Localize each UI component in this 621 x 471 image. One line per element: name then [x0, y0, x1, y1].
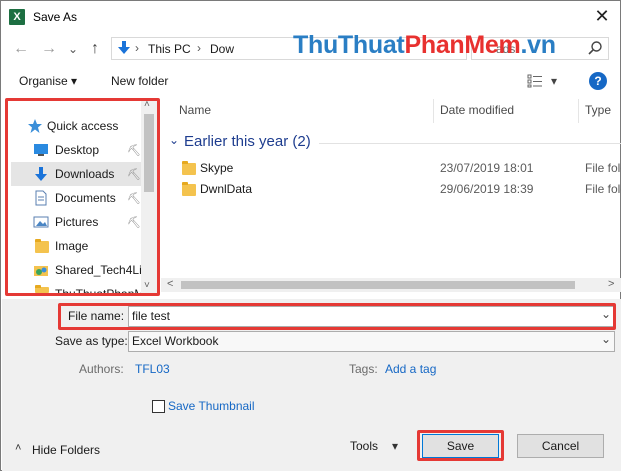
save-thumbnail-label[interactable]: Save Thumbnail [168, 399, 255, 413]
tags-input[interactable]: Add a tag [385, 362, 436, 376]
watermark-logo: ThuThuatPhanMem.vn [293, 31, 556, 59]
file-date: 23/07/2019 18:01 [440, 161, 534, 175]
file-row-skype[interactable] [171, 158, 621, 180]
file-date: 29/06/2019 18:39 [440, 182, 534, 196]
help-icon[interactable]: ? [589, 72, 607, 90]
up-arrow-icon[interactable]: ↑ [85, 39, 105, 59]
column-header-type[interactable]: Type [585, 103, 611, 117]
save-thumbnail-checkbox[interactable] [152, 400, 165, 413]
file-type: File folder [585, 161, 621, 175]
scroll-right-icon[interactable]: ˃ [608, 278, 614, 290]
file-type: File folder [585, 182, 621, 196]
view-dropdown-chevron-icon[interactable]: ▾ [551, 74, 557, 88]
folder-icon [182, 161, 196, 175]
breadcrumb-separator: › [197, 41, 201, 55]
tags-label: Tags: [349, 362, 378, 376]
save-as-type-value: Excel Workbook [132, 334, 219, 348]
search-icon[interactable] [587, 40, 603, 56]
column-divider [578, 99, 579, 123]
highlight-file-name [58, 303, 616, 330]
breadcrumb-separator: › [135, 41, 139, 55]
authors-label: Authors: [79, 362, 124, 376]
highlight-nav-pane [5, 98, 160, 296]
downloads-location-icon [118, 41, 130, 54]
breadcrumb-this-pc[interactable]: This PC [148, 42, 191, 56]
cancel-button[interactable]: Cancel [517, 434, 604, 458]
close-button[interactable]: ✕ [587, 3, 617, 29]
view-options-icon[interactable] [527, 74, 543, 88]
excel-app-icon: X [9, 9, 25, 25]
highlight-save-button [417, 430, 504, 461]
group-divider [319, 143, 621, 144]
file-name: Skype [200, 161, 234, 175]
save-as-dialog: X Save As ✕ ← → ⌄ ↑ › This PC › Dow ads … [0, 0, 621, 471]
title-bar [1, 1, 620, 31]
column-divider [433, 99, 434, 123]
hide-folders-chevron-icon[interactable]: ˄ [15, 442, 21, 454]
back-arrow-icon[interactable]: ← [11, 39, 31, 59]
breadcrumb-downloads[interactable]: Dow [210, 42, 234, 56]
group-header-earlier-this-year[interactable]: Earlier this year (2) [184, 133, 311, 150]
new-folder-button[interactable]: New folder [111, 74, 168, 88]
tools-menu-button[interactable]: Tools [350, 439, 378, 453]
group-collapse-chevron-icon[interactable]: ⌄ [169, 133, 179, 147]
hide-folders-button[interactable]: Hide Folders [32, 443, 100, 457]
organise-menu-button[interactable]: Organise ▾ [19, 74, 77, 88]
file-name: DwnlData [200, 182, 253, 196]
folder-icon [182, 182, 196, 196]
recent-locations-chevron-icon[interactable]: ⌄ [63, 39, 83, 59]
forward-arrow-icon[interactable]: → [39, 39, 59, 59]
save-as-type-dropdown-chevron-icon[interactable]: ⌄ [601, 332, 611, 346]
tools-dropdown-icon[interactable]: ▾ [392, 439, 398, 453]
save-as-type-label: Save as type: [55, 334, 128, 348]
scroll-left-icon[interactable]: ˂ [167, 278, 173, 290]
column-header-name[interactable]: Name [179, 103, 211, 117]
column-header-date-modified[interactable]: Date modified [440, 103, 514, 117]
window-title: Save As [33, 10, 78, 24]
file-list-scroll-thumb[interactable] [181, 281, 575, 289]
authors-value[interactable]: TFL03 [135, 362, 170, 376]
